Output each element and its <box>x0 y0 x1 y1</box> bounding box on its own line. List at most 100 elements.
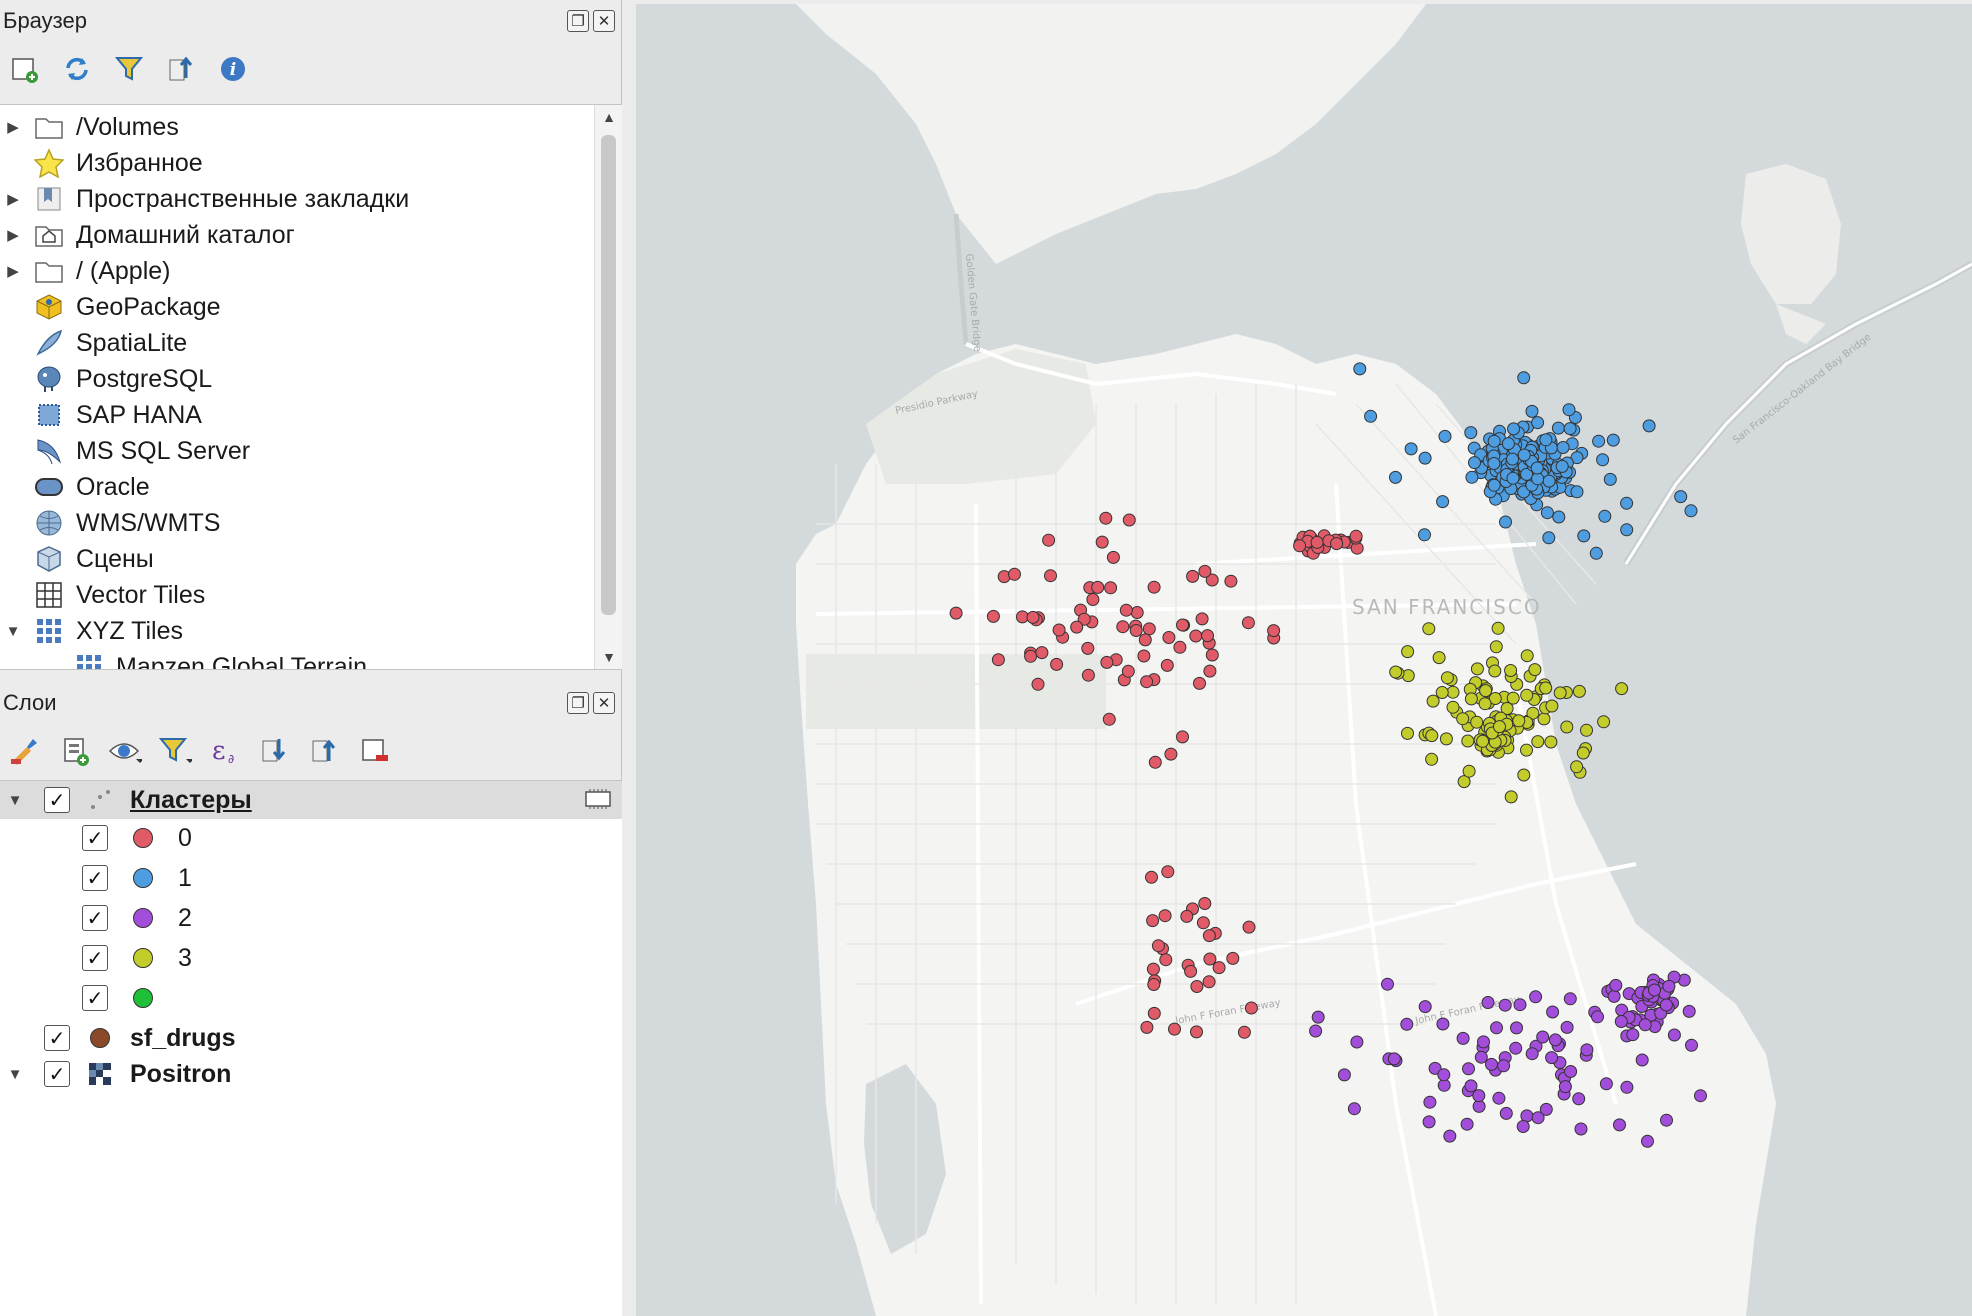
cluster-0-point <box>1349 529 1363 543</box>
browser-item-sap-hana[interactable]: SAP HANA <box>0 397 202 433</box>
cluster-3-point <box>1560 720 1574 734</box>
layer-memory-icon[interactable] <box>584 787 612 818</box>
cluster-2-point <box>1558 1080 1572 1094</box>
refresh-icon[interactable] <box>60 52 94 86</box>
cluster-0-point <box>1310 535 1324 549</box>
browser-item-избранное[interactable]: Избранное <box>0 145 203 181</box>
browser-item-oracle[interactable]: Oracle <box>0 469 150 505</box>
layer-checkbox[interactable]: ✓ <box>44 1061 70 1087</box>
collapse-all-icon[interactable] <box>164 52 198 86</box>
browser-item-wms-wmts[interactable]: WMS/WMTS <box>0 505 220 541</box>
class-checkbox[interactable]: ✓ <box>82 865 108 891</box>
cluster-0-point <box>1151 939 1165 953</box>
collapse-arrow-icon[interactable]: ▼ <box>0 792 30 809</box>
cluster-0-point <box>1267 624 1281 638</box>
legend-class-row[interactable]: ✓ 1 <box>0 859 622 897</box>
layer-row-positron[interactable]: ▼ ✓ Positron <box>0 1055 622 1093</box>
cluster-0-point <box>1190 980 1204 993</box>
remove-layer-icon[interactable] <box>358 734 392 768</box>
cluster-0-point <box>986 609 1000 623</box>
cluster-3-point <box>1544 735 1558 749</box>
browser-scrollbar[interactable]: ▲ ▼ <box>594 105 622 669</box>
browser-item-mapzen-global-terrain[interactable]: Mapzen Global Terrain <box>40 649 367 669</box>
cluster-0-point <box>1147 978 1161 991</box>
browser-item-сцены[interactable]: Сцены <box>0 541 154 577</box>
browser-item--volumes[interactable]: ▶ /Volumes <box>0 109 179 145</box>
filter-icon[interactable] <box>112 52 146 86</box>
visibility-eye-icon[interactable] <box>108 734 142 768</box>
cluster-2-point <box>1563 992 1577 1006</box>
browser-item-пространственные-закладки[interactable]: ▶ Пространственные закладки <box>0 181 409 217</box>
cluster-2-point <box>1422 1115 1436 1129</box>
browser-item-xyz-tiles[interactable]: ▼ XYZ Tiles <box>0 613 183 649</box>
add-group-icon[interactable] <box>58 734 92 768</box>
layer-group-row[interactable]: ▼ ✓ Кластеры <box>0 781 622 819</box>
cluster-0-point <box>1116 620 1130 634</box>
cluster-3-point <box>1432 651 1446 665</box>
cluster-0-point <box>1203 952 1217 966</box>
expand-arrow-icon[interactable]: ▶ <box>0 118 26 136</box>
expression-filter-icon[interactable]: ε ∂ <box>208 734 242 768</box>
cluster-2-point <box>1472 1099 1486 1113</box>
cluster-0-point <box>1176 618 1189 632</box>
close-panel-button[interactable]: ✕ <box>593 10 615 32</box>
cluster-0-point <box>1044 569 1057 583</box>
expand-arrow-icon[interactable]: ▶ <box>0 226 26 244</box>
cluster-1-point <box>1506 452 1519 466</box>
cluster-2-point <box>1545 1051 1559 1065</box>
cluster-0-point <box>1201 629 1214 643</box>
browser-item-spatialite[interactable]: SpatiaLite <box>0 325 187 361</box>
expand-arrow-icon[interactable]: ▶ <box>0 190 26 208</box>
spatialite-icon <box>26 326 72 360</box>
browser-item-vector-tiles[interactable]: Vector Tiles <box>0 577 205 613</box>
browser-item-postgresql[interactable]: PostgreSQL <box>0 361 212 397</box>
layer-checkbox[interactable]: ✓ <box>44 1025 70 1051</box>
cluster-3-point <box>1440 671 1454 685</box>
cluster-1-point <box>1570 485 1584 499</box>
info-icon[interactable]: i <box>216 52 250 86</box>
layer-row-sf-drugs[interactable]: ✓ sf_drugs <box>0 1019 622 1057</box>
close-panel-button[interactable]: ✕ <box>593 692 615 714</box>
cluster-3-point <box>1401 726 1414 740</box>
browser-item-geopackage[interactable]: GeoPackage <box>0 289 221 325</box>
float-panel-button[interactable]: ❐ <box>567 692 589 714</box>
cluster-2-point <box>1620 1080 1634 1094</box>
cluster-0-point <box>1100 655 1114 669</box>
browser-item-домашний-каталог[interactable]: ▶ Домашний каталог <box>0 217 295 253</box>
class-label: 3 <box>178 943 192 972</box>
expand-arrow-icon[interactable]: ▶ <box>0 262 26 280</box>
class-checkbox[interactable]: ✓ <box>82 825 108 851</box>
expand-all-icon[interactable] <box>258 734 292 768</box>
legend-class-row[interactable]: ✓ <box>0 979 622 1017</box>
cluster-3-point <box>1520 688 1534 702</box>
cluster-0-point <box>1202 975 1216 989</box>
class-checkbox[interactable]: ✓ <box>82 985 108 1011</box>
geopackage-icon <box>26 290 72 324</box>
cluster-0-point <box>1160 658 1174 672</box>
legend-class-row[interactable]: ✓ 2 <box>0 899 622 937</box>
collapse-arrow-icon[interactable]: ▼ <box>0 623 26 640</box>
add-layer-icon[interactable] <box>8 52 42 86</box>
cluster-0-point <box>1158 909 1172 923</box>
style-manager-icon[interactable] <box>8 734 42 768</box>
cluster-0-point <box>1162 631 1176 644</box>
cluster-2-point <box>1474 1050 1488 1064</box>
legend-class-row[interactable]: ✓ 0 <box>0 819 622 857</box>
cluster-3-point <box>1570 760 1584 774</box>
class-checkbox[interactable]: ✓ <box>82 905 108 931</box>
class-checkbox[interactable]: ✓ <box>82 945 108 971</box>
filter-legend-icon[interactable] <box>158 734 192 768</box>
browser-item-ms-sql-server[interactable]: MS SQL Server <box>0 433 250 469</box>
browser-item--apple-[interactable]: ▶ / (Apple) <box>0 253 170 289</box>
cluster-0-point <box>1173 640 1187 654</box>
cluster-2-point <box>1456 1031 1470 1045</box>
collapse-all-layers-icon[interactable] <box>308 734 342 768</box>
float-panel-button[interactable]: ❐ <box>567 10 589 32</box>
cluster-0-point <box>1070 620 1084 634</box>
map-canvas[interactable]: Presidio Parkway Golden Gate Bridge John… <box>636 4 1972 1316</box>
legend-class-row[interactable]: ✓ 3 <box>0 939 622 977</box>
cluster-0-point <box>1195 612 1209 626</box>
layer-checkbox[interactable]: ✓ <box>44 787 70 813</box>
collapse-arrow-icon[interactable]: ▼ <box>0 1066 30 1083</box>
class-label: 1 <box>178 863 192 892</box>
